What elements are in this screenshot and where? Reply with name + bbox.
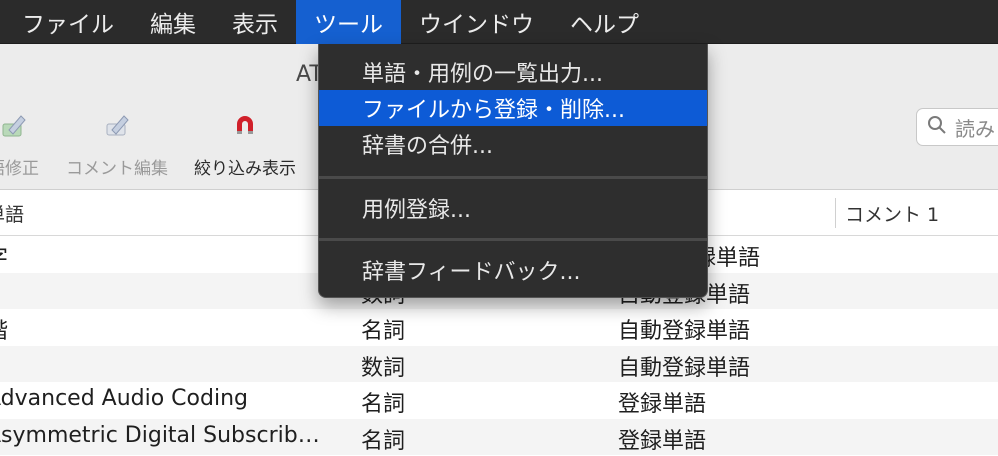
menu-view[interactable]: 表示 [214, 0, 296, 44]
menu-item-register-example[interactable]: 用例登録... [319, 190, 707, 226]
cell-word: Asymmetric Digital Subscrib… [0, 422, 320, 448]
menu-help[interactable]: ヘルプ [552, 0, 657, 44]
cell-word: E [0, 350, 338, 375]
column-header-comment[interactable]: コメント 1 [845, 200, 939, 227]
edit-word-label: 語修正 [0, 159, 39, 179]
search-placeholder: 読み [955, 116, 995, 141]
menu-window[interactable]: ウインドウ [401, 0, 552, 44]
cell-word: E [0, 277, 338, 302]
cell-status: 登録単語 [618, 428, 707, 454]
edit-word-icon [0, 110, 29, 140]
edit-comment-label: コメント編集 [66, 159, 168, 179]
menu-item-export-list[interactable]: 単語・用例の一覧出力... [319, 54, 707, 90]
table-row[interactable]: E 数詞 自動登録単語 [0, 345, 998, 382]
menu-separator [319, 176, 707, 179]
cell-pos: 名詞 [361, 392, 406, 417]
magnet-icon [230, 110, 260, 140]
cell-word: 字 [0, 240, 338, 272]
column-divider [835, 198, 836, 228]
tools-dropdown-menu: 単語・用例の一覧出力... ファイルから登録・削除... 辞書の合併... 用例… [318, 44, 708, 298]
cell-pos: 名詞 [361, 319, 406, 344]
cell-word: 階 [0, 313, 338, 345]
cell-status: 自動登録単語 [618, 319, 751, 344]
menu-tools[interactable]: ツール [296, 0, 401, 44]
edit-comment-icon [102, 110, 132, 140]
table-row[interactable]: 階 名詞 自動登録単語 [0, 309, 998, 346]
table-row[interactable]: Advanced Audio Coding 名詞 登録単語 [0, 382, 998, 419]
search-field[interactable]: 読み [916, 108, 998, 146]
menu-bar: ファイル 編集 表示 ツール ウインドウ ヘルプ [0, 0, 998, 44]
cell-pos: 数詞 [361, 355, 406, 381]
menu-item-register-from-file[interactable]: ファイルから登録・削除... [319, 90, 707, 126]
edit-word-button[interactable]: 語修正 [0, 110, 39, 179]
filter-view-button[interactable]: 絞り込み表示 [194, 110, 296, 179]
menu-item-dictionary-feedback[interactable]: 辞書フィードバック... [319, 252, 707, 288]
cell-status: 自動登録単語 [618, 355, 751, 381]
table-row[interactable]: Asymmetric Digital Subscrib… 名詞 登録単語 [0, 418, 998, 455]
menu-edit[interactable]: 編集 [132, 0, 214, 44]
menu-file[interactable]: ファイル [0, 0, 132, 44]
column-header-word[interactable]: 単語 [0, 200, 24, 227]
cell-word: Advanced Audio Coding [0, 386, 248, 411]
filter-view-label: 絞り込み表示 [194, 159, 296, 179]
search-icon [927, 115, 947, 139]
edit-comment-button[interactable]: コメント編集 [66, 110, 168, 179]
menu-separator [319, 238, 707, 241]
cell-status: 登録単語 [618, 392, 707, 417]
cell-pos: 名詞 [361, 428, 406, 454]
menu-item-merge-dictionary[interactable]: 辞書の合併... [319, 126, 707, 162]
